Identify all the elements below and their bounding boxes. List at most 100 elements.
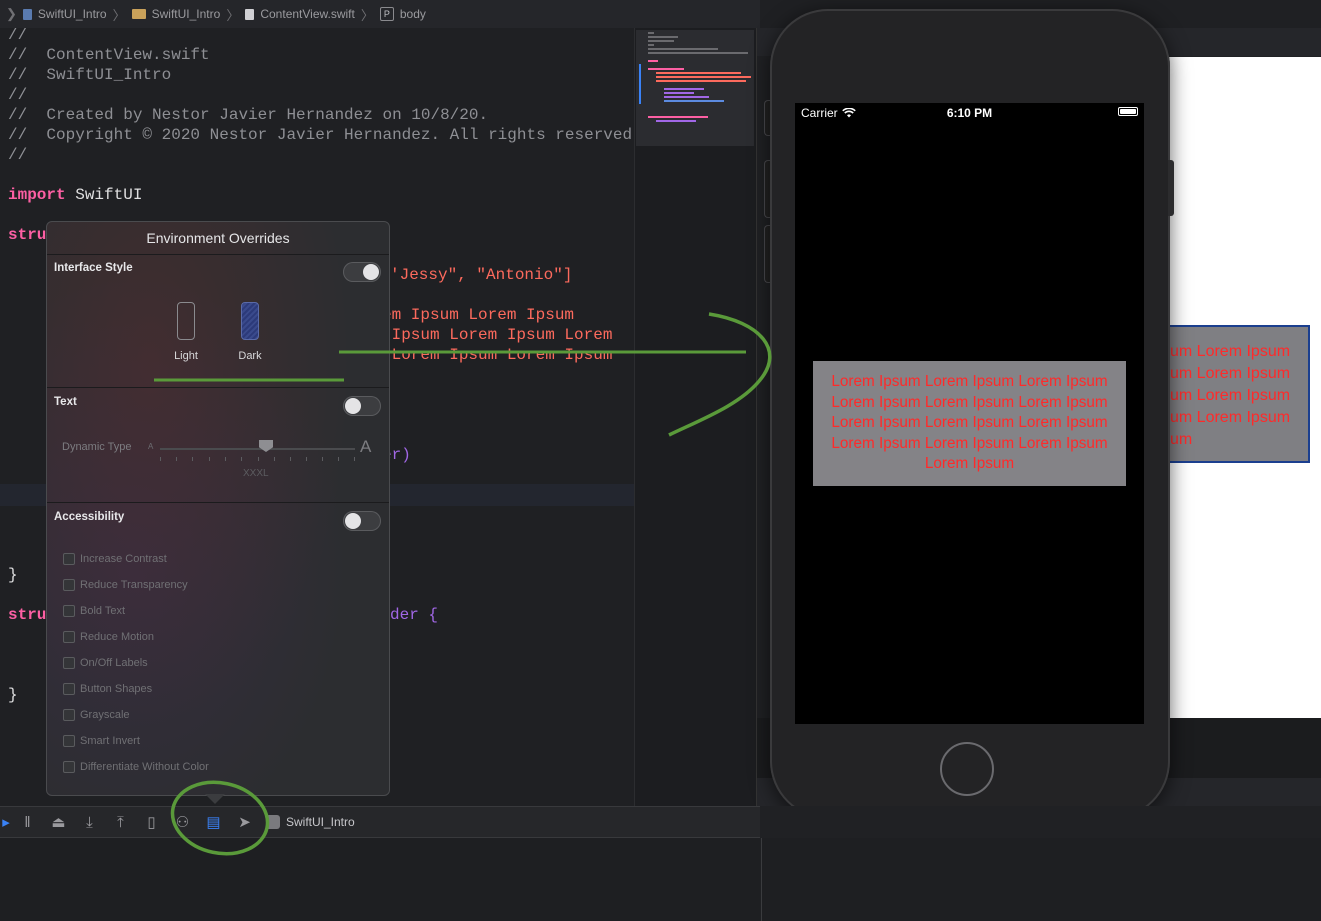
chevron-right-icon: 〉	[360, 7, 374, 23]
code-line: stru	[8, 606, 47, 624]
step-over-icon[interactable]: ⏏	[43, 810, 74, 834]
code-line: der {	[390, 606, 438, 624]
checkbox-label: Grayscale	[80, 709, 130, 721]
step-into-icon[interactable]: ⤓	[74, 810, 105, 834]
app-icon	[266, 815, 280, 829]
checkbox-box[interactable]	[63, 683, 75, 695]
checkbox-label: Increase Contrast	[80, 553, 167, 565]
small-a-label: A	[148, 442, 154, 451]
code-line: Lorem Ipsum Lorem Ipsum	[382, 346, 613, 364]
swift-file-icon	[22, 8, 32, 20]
checkbox-box[interactable]	[63, 553, 75, 565]
checkbox-box[interactable]	[63, 631, 75, 643]
pause-icon[interactable]: ‖	[12, 810, 43, 834]
home-button[interactable]	[940, 742, 994, 796]
code-line: Ipsum Lorem Ipsum Lorem	[382, 326, 613, 344]
chevron-right-icon: 〉	[112, 7, 126, 23]
checkbox-box[interactable]	[63, 579, 75, 591]
code-line: // Created by Nestor Javier Hernandez on…	[8, 106, 489, 124]
accessibility-title: Accessibility	[54, 511, 125, 523]
breadcrumb: ❯ SwiftUI_Intro 〉 SwiftUI_Intro 〉 Conten…	[0, 0, 760, 28]
folder-icon	[131, 9, 146, 19]
checkbox-box[interactable]	[63, 657, 75, 669]
divider	[47, 387, 389, 388]
preview-text-line: um Lorem Ipsum	[1170, 387, 1291, 404]
scheme-name: SwiftUI_Intro	[286, 815, 355, 829]
checkbox-label: On/Off Labels	[80, 657, 148, 669]
scheme-selector[interactable]: SwiftUI_Intro	[266, 815, 355, 829]
light-option[interactable]: Light	[161, 302, 211, 362]
variables-view[interactable]	[0, 838, 760, 921]
breadcrumb-file[interactable]: ContentView.swift	[260, 7, 355, 21]
divider	[47, 254, 389, 255]
checkbox-label: Button Shapes	[80, 683, 153, 695]
checkbox-label: Smart Invert	[80, 735, 140, 747]
interface-style-toggle[interactable]	[343, 262, 381, 282]
checkbox-box[interactable]	[63, 761, 75, 773]
minimap-viewport[interactable]	[636, 30, 754, 146]
code-provider-tail: der {	[390, 606, 439, 624]
dynamic-type-slider-thumb[interactable]	[259, 440, 273, 452]
dynamic-type-slider[interactable]	[160, 448, 355, 450]
breadcrumb-symbol[interactable]: body	[400, 7, 426, 21]
checkbox-reduce-transparency[interactable]: Reduce Transparency	[63, 579, 188, 591]
location-icon[interactable]: ➤	[229, 810, 260, 834]
popover-title: Environment Overrides	[146, 230, 290, 246]
view-debugger-icon[interactable]: ▯	[136, 810, 167, 834]
preview-text-line: um Lorem Ipsum	[1170, 343, 1291, 360]
code-names-tail: 'Jessy", "Antonio"]	[390, 266, 573, 284]
text-title: Text	[54, 396, 77, 408]
checkbox-bold-text[interactable]: Bold Text	[63, 605, 125, 617]
checkbox-box[interactable]	[63, 735, 75, 747]
checkbox-smart-invert[interactable]: Smart Invert	[63, 735, 140, 747]
dynamic-type-value: XXXL	[243, 468, 269, 479]
keyword-import: import	[8, 186, 66, 204]
breadcrumb-group[interactable]: SwiftUI_Intro	[152, 7, 221, 21]
code-line: }	[8, 686, 18, 704]
status-bar: Carrier 6:10 PM	[795, 103, 1144, 123]
checkbox-label: Reduce Transparency	[80, 579, 188, 591]
light-label: Light	[174, 350, 198, 362]
lorem-text-box: Lorem Ipsum Lorem Ipsum Lorem Ipsum Lore…	[813, 361, 1126, 486]
checkbox-increase-contrast[interactable]: Increase Contrast	[63, 553, 167, 565]
breadcrumb-project[interactable]: SwiftUI_Intro	[38, 7, 107, 21]
dynamic-type-label: Dynamic Type	[62, 441, 132, 453]
large-a-label: A	[360, 437, 372, 456]
console-view[interactable]	[761, 838, 1321, 921]
chevron-right-icon: 〉	[226, 7, 240, 23]
checkbox-button-shapes[interactable]: Button Shapes	[63, 683, 152, 695]
chevron-right-icon[interactable]: ❯	[6, 6, 17, 22]
preview-lorem-box: um Lorem Ipsum um Lorem Ipsum um Lorem I…	[1160, 325, 1310, 463]
preview-text-line: um	[1170, 431, 1193, 448]
memory-graph-icon[interactable]: ⚇	[167, 810, 198, 834]
lorem-text: Lorem Ipsum Lorem Ipsum Lorem Ipsum Lore…	[831, 373, 1108, 473]
code-line: //	[8, 86, 28, 104]
code-line: // Copyright © 2020 Nestor Javier Hernan…	[8, 126, 634, 144]
text-toggle[interactable]	[343, 396, 381, 416]
module-name: SwiftUI	[75, 186, 143, 204]
checkbox-label: Reduce Motion	[80, 631, 154, 643]
dark-phone-icon	[241, 302, 259, 340]
code-line: // SwiftUI_Intro	[8, 66, 172, 84]
checkbox-on-off-labels[interactable]: On/Off Labels	[63, 657, 148, 669]
dark-option[interactable]: Dark	[225, 302, 275, 362]
breakpoint-icon[interactable]: ▸	[0, 810, 12, 834]
device-side-button[interactable]	[1168, 160, 1174, 216]
checkbox-grayscale[interactable]: Grayscale	[63, 709, 130, 721]
code-line: }	[8, 566, 18, 584]
checkbox-box[interactable]	[63, 605, 75, 617]
property-icon: P	[379, 7, 394, 21]
checkbox-reduce-motion[interactable]: Reduce Motion	[63, 631, 154, 643]
popover-arrow	[205, 794, 225, 804]
checkbox-differentiate-without-color[interactable]: Differentiate Without Color	[63, 761, 209, 773]
environment-overrides-popover: Environment Overrides Interface Style Li…	[46, 221, 390, 796]
code-line: em Ipsum Lorem Ipsum	[382, 306, 575, 324]
checkbox-box[interactable]	[63, 709, 75, 721]
step-out-icon[interactable]: ⤒	[105, 810, 136, 834]
environment-overrides-icon[interactable]: ▤	[198, 810, 229, 834]
code-line: //	[8, 146, 28, 164]
debug-toolbar: ▸ ‖ ⏏ ⤓ ⤒ ▯ ⚇ ▤ ➤ SwiftUI_Intro	[0, 806, 760, 838]
accessibility-toggle[interactable]	[343, 511, 381, 531]
interface-style-title: Interface Style	[54, 262, 133, 274]
dark-label: Dark	[238, 350, 262, 362]
